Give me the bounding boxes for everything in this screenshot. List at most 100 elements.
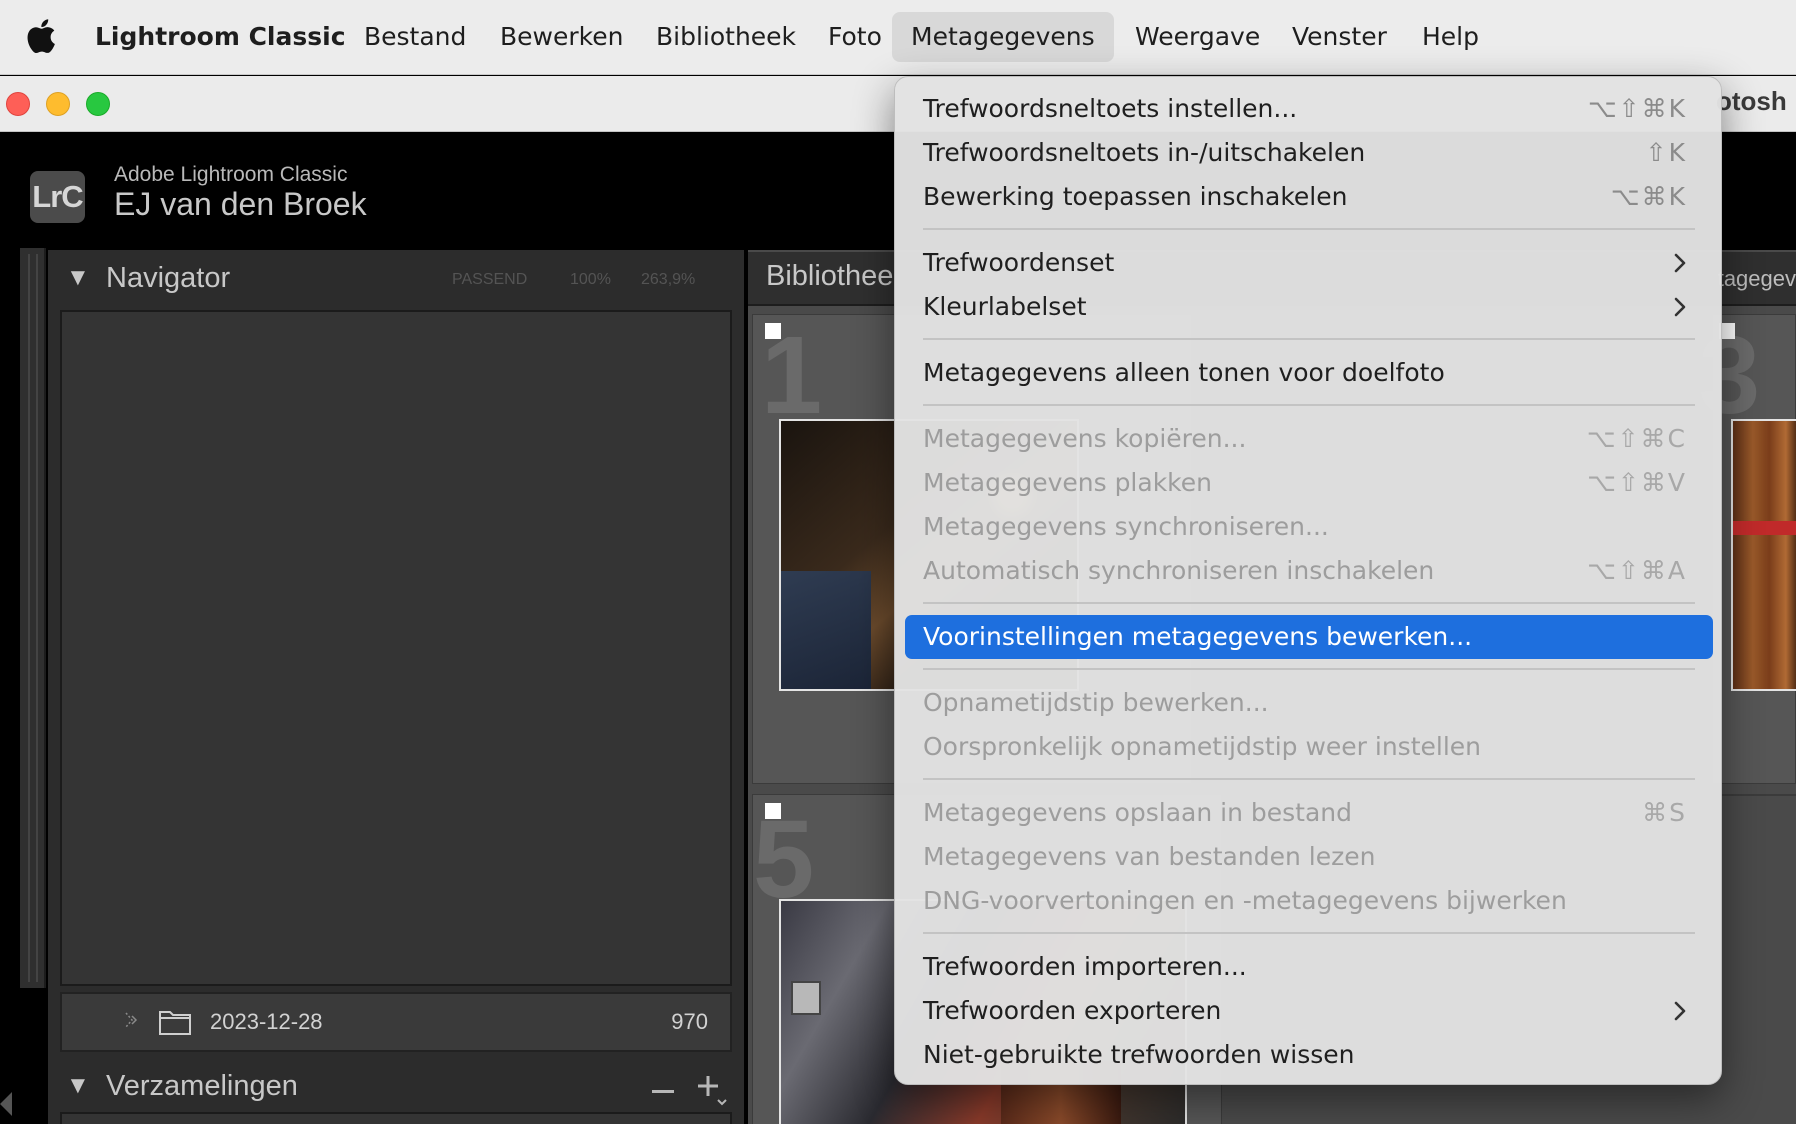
menu-separator	[923, 404, 1695, 406]
menu-app-name[interactable]: Lightroom Classic	[76, 12, 365, 62]
menu-item-label: Automatisch synchroniseren inschakelen	[923, 556, 1435, 585]
menu-venster[interactable]: Venster	[1273, 12, 1406, 62]
flag-icon[interactable]	[765, 323, 781, 339]
navigator-fit-option[interactable]: PASSEND	[452, 271, 527, 289]
menu-help[interactable]: Help	[1403, 12, 1498, 62]
menu-item-save-metadata[interactable]: Metagegevens opslaan in bestand ⌘S	[905, 791, 1713, 835]
flag-icon[interactable]	[765, 803, 781, 819]
menu-separator	[923, 932, 1695, 934]
remove-collection-icon[interactable]	[652, 1090, 674, 1093]
menu-item-import-keywords[interactable]: Trefwoorden importeren...	[905, 945, 1713, 989]
menu-bewerken[interactable]: Bewerken	[481, 12, 642, 62]
chevron-right-icon	[1674, 1001, 1686, 1021]
menu-item-shortcut: ⌥⇧⌘V	[1587, 468, 1687, 497]
menu-bar: Lightroom Classic Bestand Bewerken Bibli…	[0, 0, 1796, 75]
navigator-title: Navigator	[106, 262, 231, 294]
library-filter-title: Bibliothee	[766, 260, 894, 292]
thumbnail-detail	[1733, 521, 1796, 535]
apple-logo-icon[interactable]	[26, 18, 56, 54]
menu-item-shortcut: ⌘S	[1642, 798, 1687, 827]
menu-item-purge-keywords[interactable]: Niet-gebruikte trefwoorden wissen	[905, 1033, 1713, 1077]
menu-item-label: Kleurlabelset	[923, 292, 1087, 321]
menu-item-label: Metagegevens plakken	[923, 468, 1212, 497]
grid-cell[interactable]: 3	[1699, 314, 1796, 784]
menu-item-color-label-set[interactable]: Kleurlabelset	[905, 285, 1713, 329]
navigator-header[interactable]: ▼ Navigator PASSEND 100% 263,9%	[48, 250, 744, 308]
menu-item-show-metadata-target[interactable]: Metagegevens alleen tonen voor doelfoto	[905, 351, 1713, 395]
menu-item-label: Trefwoordsneltoets instellen...	[923, 94, 1298, 123]
folder-name: 2023-12-28	[210, 1009, 323, 1034]
menu-item-label: Metagegevens van bestanden lezen	[923, 842, 1376, 871]
thumbnail-detail	[781, 571, 871, 689]
left-panel-edge[interactable]	[20, 248, 46, 988]
navigator-100-option[interactable]: 100%	[570, 271, 611, 289]
collections-list	[60, 1112, 732, 1124]
menu-item-label: Trefwoordsneltoets in-/uitschakelen	[923, 138, 1366, 167]
menu-item-shortcut: ⌥⇧⌘K	[1587, 94, 1687, 123]
folder-photo-count: 970	[671, 1009, 708, 1034]
metadata-filter-label[interactable]: tagegev	[1718, 266, 1796, 292]
menu-item-label: DNG-voorvertoningen en -metagegevens bij…	[923, 886, 1567, 915]
add-collection-icon[interactable]	[696, 1074, 728, 1106]
collections-header[interactable]: ▼ Verzamelingen	[48, 1058, 744, 1116]
metagegevens-dropdown-menu: Trefwoordsneltoets instellen... ⌥⇧⌘K Tre…	[894, 76, 1722, 1085]
menu-weergave[interactable]: Weergave	[1116, 12, 1279, 62]
menu-item-label: Voorinstellingen metagegevens bewerken..…	[923, 622, 1473, 651]
navigator-preview[interactable]	[60, 310, 732, 986]
collections-title: Verzamelingen	[106, 1070, 298, 1102]
chevron-right-icon	[1674, 297, 1686, 317]
menu-item-copy-metadata[interactable]: Metagegevens kopiëren... ⌥⇧⌘C	[905, 417, 1713, 461]
menu-item-label: Trefwoorden importeren...	[923, 952, 1247, 981]
menu-item-export-keywords[interactable]: Trefwoorden exporteren	[905, 989, 1713, 1033]
folder-row[interactable]: 2023-12-28 970	[60, 992, 732, 1052]
menu-separator	[923, 668, 1695, 670]
window-title: otosh	[1716, 86, 1787, 116]
menu-item-label: Bewerking toepassen inschakelen	[923, 182, 1348, 211]
menu-item-label: Trefwoorden exporteren	[923, 996, 1222, 1025]
menu-item-label: Oorspronkelijk opnametijdstip weer inste…	[923, 732, 1482, 761]
identity-user-name: EJ van den Broek	[114, 186, 367, 222]
menu-item-toggle-keyword-shortcut[interactable]: Trefwoordsneltoets in-/uitschakelen ⇧K	[905, 131, 1713, 175]
photo-thumbnail[interactable]	[1731, 419, 1796, 691]
menu-item-edit-capture-time[interactable]: Opnametijdstip bewerken...	[905, 681, 1713, 725]
menu-item-shortcut: ⌥⇧⌘C	[1586, 424, 1687, 453]
menu-separator	[923, 338, 1695, 340]
menu-item-paste-metadata[interactable]: Metagegevens plakken ⌥⇧⌘V	[905, 461, 1713, 505]
menu-metagegevens[interactable]: Metagegevens	[892, 12, 1114, 62]
menu-separator	[923, 228, 1695, 230]
menu-item-label: Opnametijdstip bewerken...	[923, 688, 1269, 717]
menu-item-shortcut: ⌥⌘K	[1610, 182, 1687, 211]
collapse-triangle-icon[interactable]: ▼	[66, 264, 90, 292]
left-panel: ▼ Navigator PASSEND 100% 263,9% 2023-12-…	[48, 250, 744, 1124]
zoom-window-button[interactable]	[86, 92, 110, 116]
menu-item-label: Metagegevens synchroniseren...	[923, 512, 1329, 541]
menu-item-label: Trefwoordenset	[923, 248, 1115, 277]
menu-item-edit-metadata-presets[interactable]: Voorinstellingen metagegevens bewerken..…	[905, 615, 1713, 659]
menu-item-auto-sync[interactable]: Automatisch synchroniseren inschakelen ⌥…	[905, 549, 1713, 593]
menu-item-update-dng[interactable]: DNG-voorvertoningen en -metagegevens bij…	[905, 879, 1713, 923]
close-window-button[interactable]	[6, 92, 30, 116]
minimize-window-button[interactable]	[46, 92, 70, 116]
menu-item-read-metadata[interactable]: Metagegevens van bestanden lezen	[905, 835, 1713, 879]
menu-item-revert-capture-time[interactable]: Oorspronkelijk opnametijdstip weer inste…	[905, 725, 1713, 769]
menu-item-sync-metadata[interactable]: Metagegevens synchroniseren...	[905, 505, 1713, 549]
lightroom-logo: LrC	[30, 171, 85, 223]
menu-item-label: Metagegevens opslaan in bestand	[923, 798, 1352, 827]
menu-item-shortcut: ⌥⇧⌘A	[1587, 556, 1687, 585]
menu-item-label: Niet-gebruikte trefwoorden wissen	[923, 1040, 1355, 1069]
menu-separator	[923, 778, 1695, 780]
thumbnail-detail	[791, 981, 821, 1015]
menu-item-set-keyword-shortcut[interactable]: Trefwoordsneltoets instellen... ⌥⇧⌘K	[905, 87, 1713, 131]
menu-item-shortcut: ⇧K	[1645, 138, 1687, 167]
menu-item-enable-painting[interactable]: Bewerking toepassen inschakelen ⌥⌘K	[905, 175, 1713, 219]
menu-item-label: Metagegevens kopiëren...	[923, 424, 1247, 453]
menu-bestand[interactable]: Bestand	[345, 12, 485, 62]
menu-item-keyword-set[interactable]: Trefwoordenset	[905, 241, 1713, 285]
collapse-left-panel-icon[interactable]	[0, 1092, 12, 1116]
collapse-triangle-icon[interactable]: ▼	[66, 1072, 90, 1100]
menu-foto[interactable]: Foto	[809, 12, 901, 62]
expand-folder-icon[interactable]	[124, 1012, 140, 1028]
menu-separator	[923, 602, 1695, 604]
menu-bibliotheek[interactable]: Bibliotheek	[637, 12, 815, 62]
navigator-zoom-option[interactable]: 263,9%	[641, 271, 695, 289]
